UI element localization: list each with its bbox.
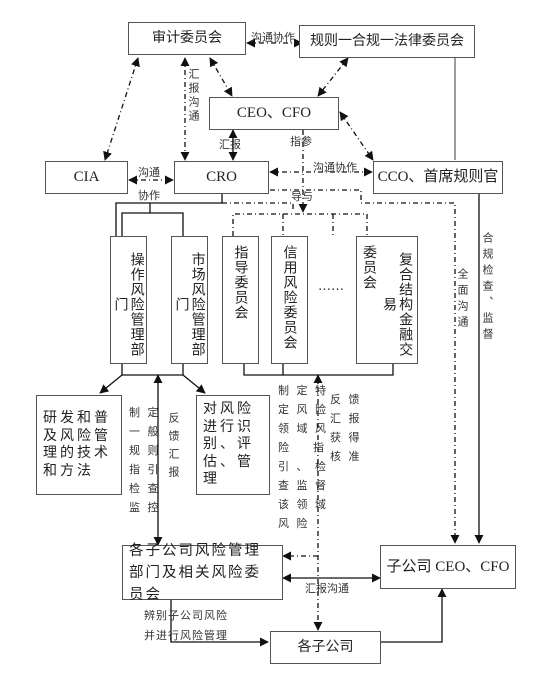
label-feedback-approval: 反 馈 汇 报 获 得 核 准 [330,393,362,463]
label-feedback-report-left: 反馈汇报 [167,412,180,484]
edge-ceo-cco [339,111,374,161]
rules-legal-committee-label: 规则一合规一法律委员会 [310,32,464,49]
identify-assess-box: 对风险进行识别、评估、管理 [196,395,270,495]
label-specific-rules: 制 定 特 定 风 险 领 域 风 险 指 引 、 检 查 监 督 该 领 域 … [278,384,328,530]
label-cia-cro-comm-2: 协作 [138,189,160,202]
edge-cro-committees [222,202,294,212]
cco-box: CCO、首席规则官 [373,161,503,194]
op-risk-dept-box: 操作风险管理部门 [110,236,147,364]
committee-bus [232,213,368,236]
label-compliance-check: 合规检查、监督 [481,232,494,344]
label-cro-cco-comm: 沟通协作 [313,161,357,174]
credit-risk-committee-label: 信用风险委员会 [281,245,298,350]
cia-label: CIA [73,169,100,186]
rules-legal-committee-box: 规则一合规一法律委员会 [299,25,475,58]
research-methods-label: 研发和普及风险管理的技术和方法 [43,410,111,479]
cro-label: CRO [206,169,237,186]
dept-bottom-bus [121,364,184,376]
ceo-cfo-box: CEO、CFO [209,97,339,130]
complex-structure-committee-box: 复合结构金融交易 委员会 [356,236,418,364]
audit-committee-label: 审计委员会 [152,29,222,46]
subsidiaries-box: 各子公司 [270,631,381,664]
more-committees-ellipsis: …… [318,279,344,294]
credit-risk-committee-box: 信用风险委员会 [271,236,308,364]
label-ceo-cro-report: 汇报 [219,138,241,151]
cia-box: CIA [45,161,128,194]
audit-committee-box: 审计委员会 [128,22,246,55]
complex-structure-committee-label-2: 委员会 [360,245,377,290]
edge-subs-subceo [381,588,447,643]
subsidiaries-label: 各子公司 [297,638,354,655]
label-guide-with: 导与 [291,190,313,203]
committee-bottom-bus [243,364,394,376]
cro-box: CRO [174,161,269,194]
market-risk-dept-box: 市场风险管理部门 [171,236,208,364]
sub-ceo-cfo-box: 子公司 CEO、CFO [380,545,516,589]
edge-cro-depts [115,193,223,236]
edge-rules-ceo [317,57,349,97]
sub-risk-dept-label: 各子公司风险管理部门及相关风险委员会 [129,542,261,603]
label-full-comm: 全面沟通 [456,268,469,332]
identify-assess-label: 对风险进行识别、评估、管理 [203,401,254,488]
sub-risk-dept-box: 各子公司风险管理部门及相关风险委员会 [122,543,283,603]
label-report-comm-bottom: 汇报沟通 [305,582,349,595]
edge-audit-ceo [209,57,233,97]
label-cia-cro-comm-1: 沟通 [138,166,160,179]
guidance-committee-label: 指导委员会 [232,245,249,320]
op-risk-dept-label: 操作风险管理部门 [112,251,145,357]
label-general-rules: 制 定 一 般 规 则 指 引 检 查 监 控 [129,406,161,514]
complex-structure-committee-label-1: 复合结构金融交易 [381,251,414,357]
ceo-cfo-label: CEO、CFO [236,105,312,122]
market-risk-dept-label: 市场风险管理部门 [173,251,206,357]
label-identify-sub-risk: 辨别子公司风险 并进行风险管理 [144,609,228,642]
sub-ceo-cfo-label: 子公司 CEO、CFO [386,558,510,575]
edge-audit-cia [103,57,140,161]
label-ceo-guide: 指参 [290,135,312,148]
label-audit-rules-comm: 沟通协作 [251,31,295,44]
dept-bus [121,212,184,236]
guidance-committee-box: 指导委员会 [222,236,259,364]
cco-label: CCO、首席规则官 [377,169,499,186]
research-methods-box: 研发和普及风险管理的技术和方法 [36,395,122,495]
label-audit-cro-report: 汇报沟通 [187,68,200,124]
